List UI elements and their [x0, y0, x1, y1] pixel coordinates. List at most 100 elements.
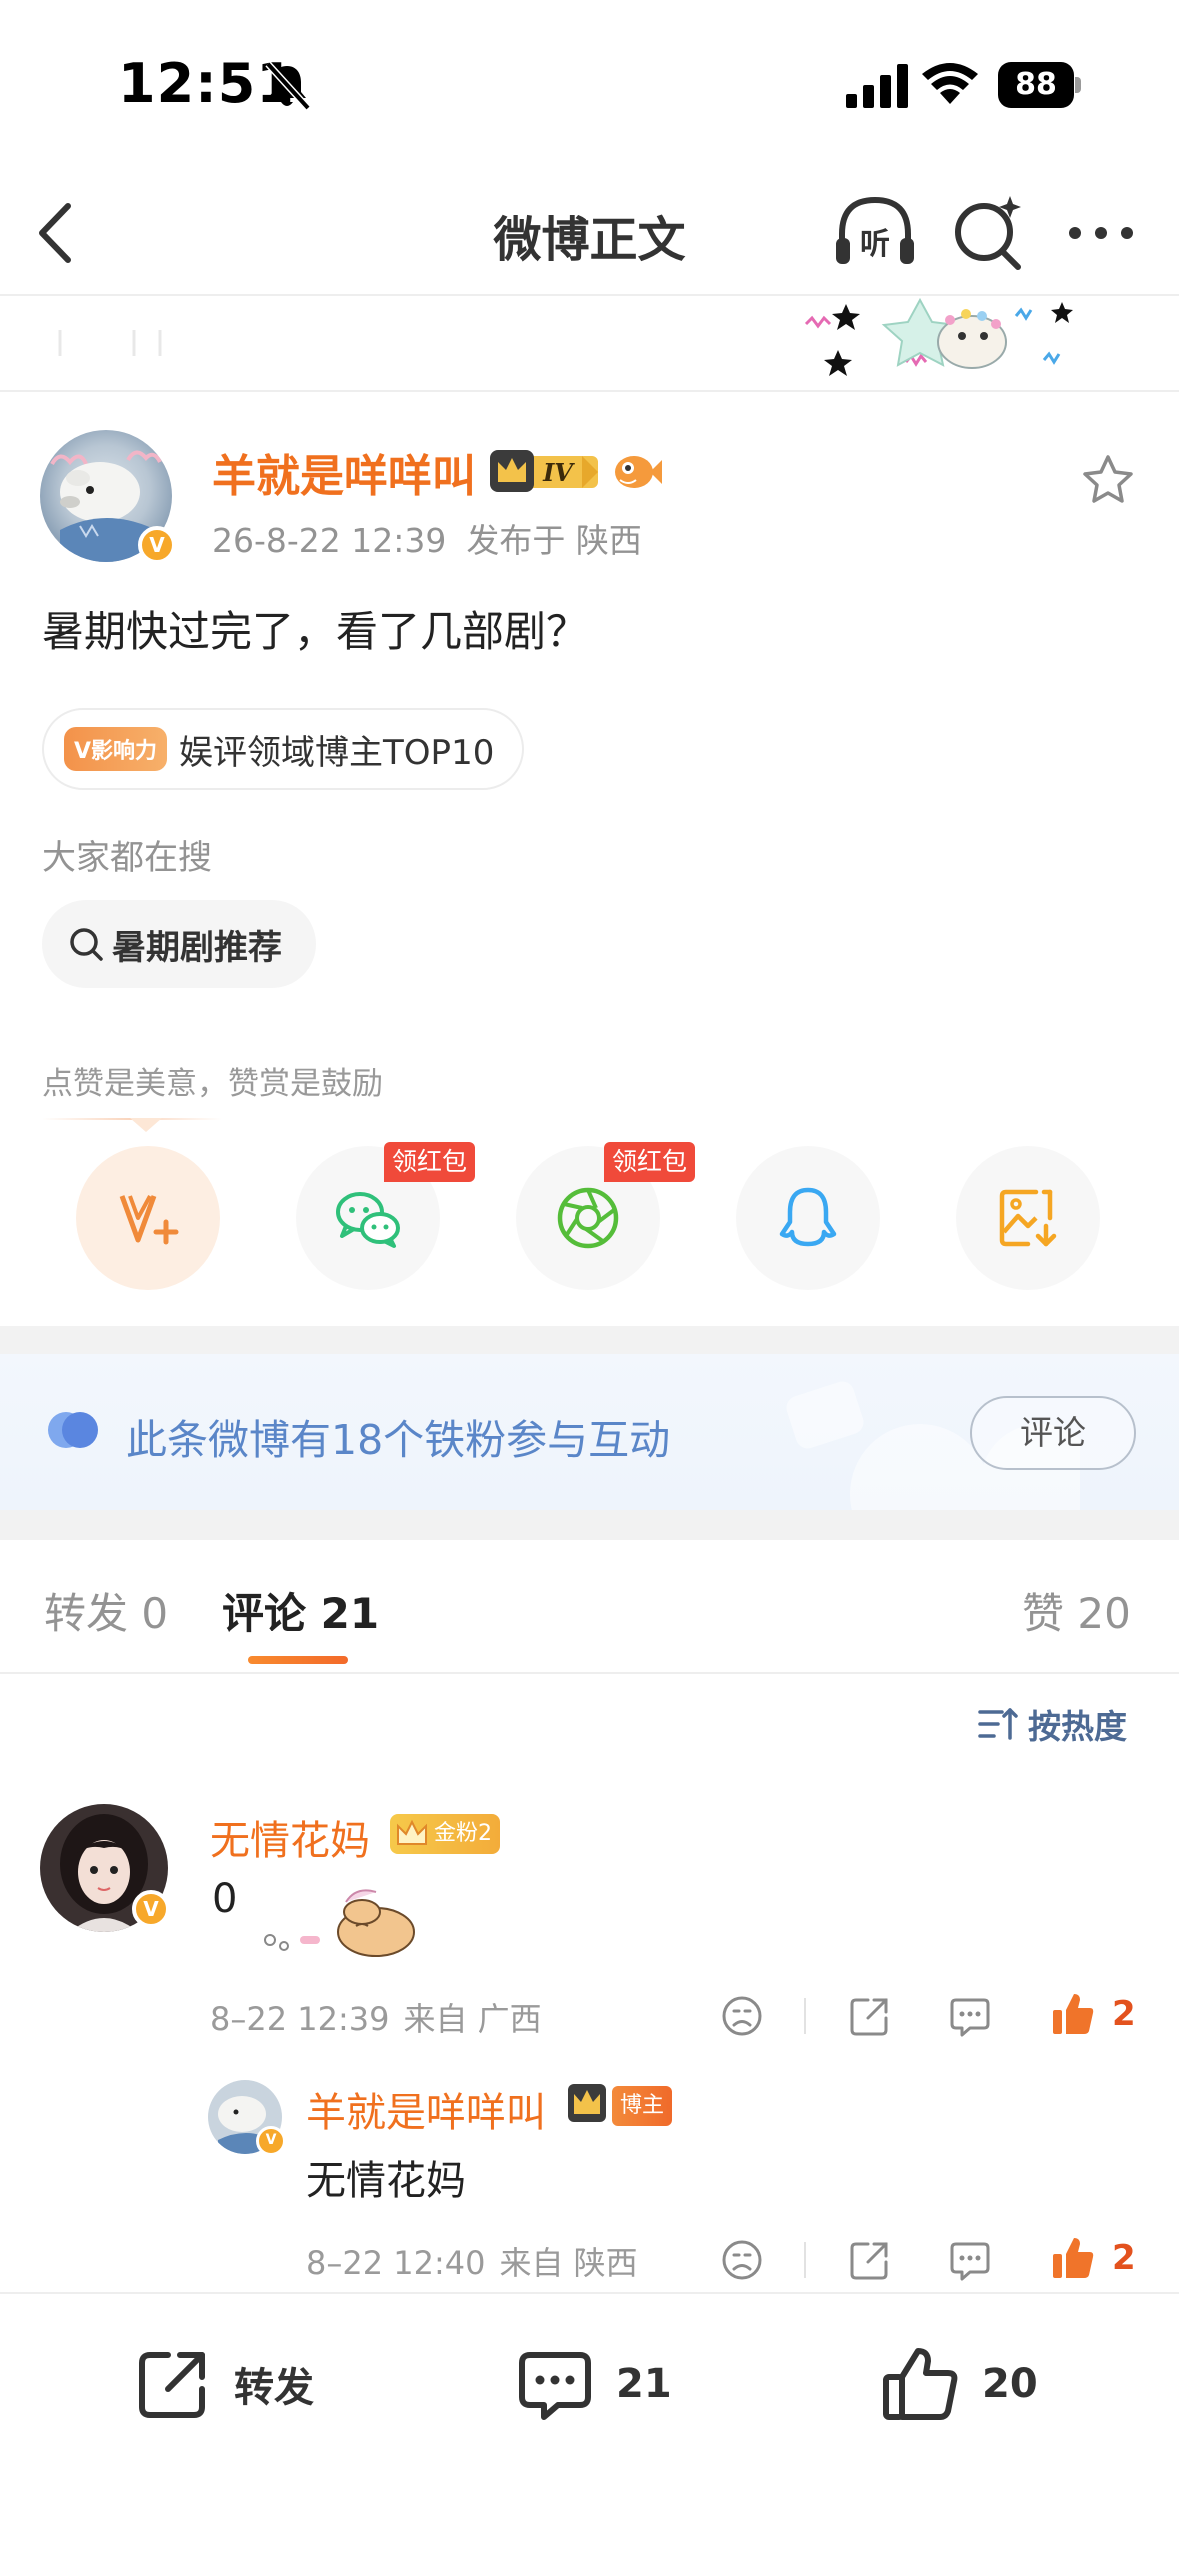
fans-icon — [48, 1412, 98, 1448]
sort-icon — [978, 1708, 1018, 1740]
share-icon[interactable] — [848, 1994, 892, 2038]
comment-date: 8–22 12:39 — [210, 2000, 390, 2038]
trending-search-text: 暑期剧推荐 — [112, 927, 282, 968]
like-thumb-icon[interactable] — [1050, 1990, 1096, 2038]
reply-text: 无情花妈 — [306, 2158, 466, 2204]
gold-fan-badge: 金粉2 — [390, 1814, 500, 1854]
influence-tag[interactable]: V影响力 娱评领域博主TOP10 — [42, 708, 525, 790]
sort-by-hot-button[interactable]: 按热度 — [976, 1700, 1127, 1748]
tab-likes[interactable]: 赞 20 — [1022, 1580, 1131, 1641]
comment-location: 来自 广西 — [403, 2000, 542, 2038]
post-meta: 26-8-22 12:39 发布于 陕西 — [212, 514, 662, 562]
more-options-icon[interactable] — [1066, 218, 1136, 248]
bottom-action-bar: 转发 21 20 — [0, 2292, 1179, 2556]
dislike-face-icon[interactable] — [720, 1994, 764, 2038]
top-banner-strip — [0, 296, 1179, 392]
comment-bubble-icon — [519, 2352, 591, 2420]
fans-comment-button[interactable]: 评论 — [970, 1396, 1136, 1470]
fans-interaction-banner: 此条微博有18个铁粉参与互动 评论 — [0, 1354, 1179, 1510]
listen-headphones-icon[interactable]: 听 — [832, 190, 918, 276]
banner-decoration — [58, 330, 162, 356]
section-divider — [0, 1326, 1179, 1354]
star-sticker-illustration — [804, 297, 1073, 376]
post-date: 26-8-22 12:39 — [212, 521, 447, 560]
reply-comment-icon[interactable] — [948, 2238, 992, 2282]
reward-button[interactable] — [76, 1146, 220, 1290]
detail-tabs: 转发 0 评论 21 赞 20 — [0, 1540, 1179, 1674]
battery-icon: 88 — [998, 62, 1081, 108]
crown-level-badge-icon: IV — [490, 450, 598, 492]
dislike-face-icon[interactable] — [720, 2238, 764, 2282]
save-image-button[interactable] — [956, 1146, 1100, 1290]
comment-meta: 8–22 12:39 来自 广西 — [210, 1994, 556, 2040]
share-icon[interactable] — [848, 2238, 892, 2282]
like-thumb-icon[interactable] — [1050, 2234, 1096, 2282]
tab-comments-label: 评论 — [222, 1589, 307, 1638]
comment-button[interactable]: 21 — [514, 2334, 672, 2434]
verified-badge-icon: V — [256, 2126, 286, 2156]
action-separator — [804, 2242, 806, 2278]
commenter-name[interactable]: 无情花妈 — [210, 1808, 370, 1866]
favorite-star-icon[interactable] — [1080, 452, 1136, 508]
action-separator — [804, 1998, 806, 2034]
moments-aperture-icon — [557, 1187, 619, 1249]
qq-penguin-icon — [779, 1187, 837, 1247]
post-author-avatar[interactable]: V — [40, 430, 176, 564]
verified-badge-icon: V — [138, 526, 176, 564]
trending-search-chip[interactable]: 暑期剧推荐 — [42, 900, 316, 988]
ai-search-icon[interactable] — [950, 192, 1026, 272]
share-qq-button[interactable] — [736, 1146, 880, 1290]
comment-count: 21 — [616, 2361, 672, 2407]
reward-hint-text: 点赞是美意，赞赏是鼓励 — [42, 1066, 383, 1102]
section-divider — [0, 1510, 1179, 1540]
comment-like-count: 2 — [1112, 1994, 1136, 2034]
trending-search-title: 大家都在搜 — [42, 838, 212, 878]
tab-likes-count: 20 — [1077, 1589, 1131, 1638]
reply-meta: 8–22 12:40 来自 陕西 — [306, 2238, 652, 2284]
repost-label: 转发 — [234, 2365, 314, 2411]
reward-pointer — [130, 1118, 162, 1132]
tab-repost[interactable]: 转发 0 — [44, 1580, 168, 1641]
reply-like-count: 2 — [1112, 2238, 1136, 2278]
tab-repost-count: 0 — [141, 1589, 169, 1638]
reply-date: 8–22 12:40 — [306, 2244, 486, 2282]
repost-button[interactable]: 转发 — [132, 2334, 314, 2434]
influence-text: 娱评领域博主TOP10 — [179, 732, 495, 773]
tab-comments-count: 21 — [320, 1589, 380, 1638]
save-image-icon — [999, 1189, 1057, 1247]
influence-badge: V影响力 — [64, 727, 168, 771]
status-bar: 12:51 88 — [0, 0, 1179, 170]
blogger-badge: 博主 — [612, 2086, 673, 2126]
sort-label: 按热度 — [1028, 1707, 1127, 1746]
reply-author-name[interactable]: 羊就是咩咩叫 — [306, 2080, 546, 2138]
comment-sticker-image — [264, 1889, 415, 1957]
post-author-name[interactable]: 羊就是咩咩叫 — [212, 440, 476, 504]
v-plus-reward-icon — [119, 1195, 179, 1245]
post-location: 发布于 陕西 — [466, 521, 642, 560]
red-packet-tag-wechat: 领红包 — [384, 1142, 476, 1182]
level-badge-text: IV — [542, 458, 575, 487]
red-packet-tag-moments: 领红包 — [604, 1142, 696, 1182]
battery-level: 88 — [998, 62, 1074, 108]
fans-interaction-text: 此条微博有18个铁粉参与互动 — [126, 1416, 671, 1464]
wifi-icon — [922, 63, 978, 104]
gold-fan-badge-text: 金粉2 — [434, 1821, 492, 1846]
tab-repost-label: 转发 — [44, 1589, 129, 1638]
like-button[interactable]: 20 — [880, 2334, 1038, 2434]
signal-icon — [846, 64, 908, 108]
tab-comments[interactable]: 评论 21 — [222, 1580, 379, 1641]
bell-off-icon — [265, 61, 311, 111]
tab-active-indicator — [248, 1656, 348, 1664]
comment-text: 0 — [212, 1876, 238, 1922]
post-body-text: 暑期快过完了，看了几部剧？ — [42, 607, 589, 656]
like-count: 20 — [982, 2361, 1038, 2407]
crown-level-icon — [568, 2084, 606, 2122]
search-icon — [70, 928, 103, 961]
repost-share-icon — [139, 2352, 205, 2418]
reply-comment-icon[interactable] — [948, 1994, 992, 2038]
nav-bar: 微博正文 听 — [0, 170, 1179, 296]
fish-badge-icon — [615, 456, 662, 488]
like-thumb-outline-icon — [883, 2348, 958, 2420]
listen-label: 听 — [860, 227, 890, 262]
reply-location: 来自 陕西 — [499, 2244, 638, 2282]
